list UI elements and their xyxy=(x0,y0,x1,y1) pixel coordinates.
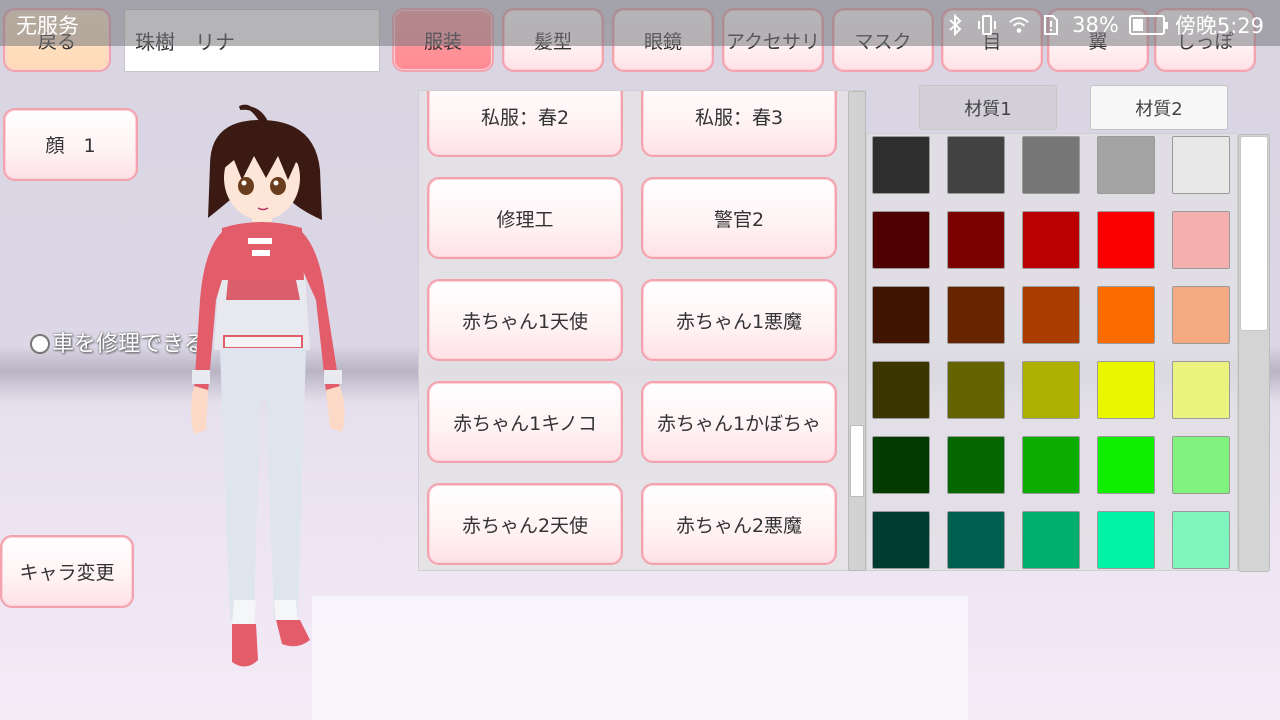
color-swatch[interactable] xyxy=(1022,361,1080,419)
outfit-item[interactable]: 赤ちゃん2悪魔 xyxy=(641,483,837,565)
color-swatch[interactable] xyxy=(1172,436,1230,494)
wifi-icon xyxy=(1008,14,1030,36)
color-swatch[interactable] xyxy=(1172,511,1230,569)
outfit-item-label: 私服：春3 xyxy=(694,106,784,129)
outfit-item-label: 赤ちゃん2天使 xyxy=(461,514,589,537)
outfit-item[interactable]: 赤ちゃん1天使 xyxy=(427,279,623,361)
color-swatch[interactable] xyxy=(1172,361,1230,419)
status-bar: 无服务 38% 傍晚5:29 xyxy=(0,0,1280,46)
material-tab-label: 材質2 xyxy=(1135,98,1183,120)
color-swatch[interactable] xyxy=(1022,511,1080,569)
color-swatch[interactable] xyxy=(1097,286,1155,344)
palette-scrollbar-thumb[interactable] xyxy=(1240,136,1268,331)
clock: 傍晚5:29 xyxy=(1174,14,1264,38)
color-swatch[interactable] xyxy=(1097,511,1155,569)
outfit-list-panel[interactable]: 私服：春2 私服：春3 修理工 警官2 赤ちゃん1天使 赤ちゃん1悪魔 赤ちゃん1キノコ 赤ち… xyxy=(418,90,866,571)
color-swatch[interactable] xyxy=(872,211,930,269)
outfit-item[interactable]: 私服：春3 xyxy=(641,91,837,157)
color-swatch[interactable] xyxy=(1022,211,1080,269)
color-swatch[interactable] xyxy=(947,511,1005,569)
outfit-item[interactable]: 赤ちゃん1かぼちゃ xyxy=(641,381,837,463)
color-swatch[interactable] xyxy=(1172,136,1230,194)
change-character-label: キャラ変更 xyxy=(19,562,115,584)
outfit-item[interactable]: 赤ちゃん2天使 xyxy=(427,483,623,565)
color-swatch[interactable] xyxy=(947,361,1005,419)
palette-scrollbar[interactable] xyxy=(1238,134,1270,572)
material-tab-label: 材質1 xyxy=(964,98,1012,120)
color-swatch[interactable] xyxy=(947,286,1005,344)
bluetooth-icon xyxy=(944,14,966,36)
status-icons: 38% 傍晚5:29 xyxy=(944,10,1264,40)
character-model xyxy=(191,104,345,667)
face-button-label: 顔 1 xyxy=(45,135,96,157)
material-tab-2[interactable]: 材質2 xyxy=(1090,85,1228,130)
outfit-item-label: 赤ちゃん1キノコ xyxy=(453,412,597,435)
color-swatch[interactable] xyxy=(1172,211,1230,269)
color-swatch[interactable] xyxy=(1022,436,1080,494)
outfit-item-label: 赤ちゃん2悪魔 xyxy=(675,514,803,537)
bullet-icon xyxy=(30,334,50,354)
color-swatch[interactable] xyxy=(1022,136,1080,194)
storage-warning-icon xyxy=(1040,14,1062,36)
outfit-scrollbar[interactable] xyxy=(848,91,866,571)
vibrate-icon xyxy=(976,14,998,36)
color-swatch[interactable] xyxy=(872,136,930,194)
carrier-text: 无服务 xyxy=(16,14,79,38)
outfit-item[interactable]: 警官2 xyxy=(641,177,837,259)
outfit-item-label: 赤ちゃん1かぼちゃ xyxy=(656,412,822,435)
color-swatch[interactable] xyxy=(1097,436,1155,494)
face-button[interactable]: 顔 1 xyxy=(3,108,138,181)
color-swatch[interactable] xyxy=(947,211,1005,269)
battery-icon xyxy=(1128,15,1168,35)
outfit-item-label: 修理工 xyxy=(496,208,554,231)
color-swatch[interactable] xyxy=(1097,136,1155,194)
change-character-button[interactable]: キャラ変更 xyxy=(0,535,134,608)
outfit-item-label: 赤ちゃん1天使 xyxy=(461,310,589,333)
outfit-item[interactable]: 修理工 xyxy=(427,177,623,259)
color-swatch[interactable] xyxy=(1172,286,1230,344)
color-palette xyxy=(866,133,1238,571)
outfit-item[interactable]: 赤ちゃん1悪魔 xyxy=(641,279,837,361)
outfit-item[interactable]: 私服：春2 xyxy=(427,91,623,157)
background-patch xyxy=(312,596,968,720)
color-swatch[interactable] xyxy=(872,286,930,344)
color-swatch[interactable] xyxy=(872,361,930,419)
color-swatch[interactable] xyxy=(872,511,930,569)
outfit-item[interactable]: 赤ちゃん1キノコ xyxy=(427,381,623,463)
outfit-scrollbar-thumb[interactable] xyxy=(850,425,864,497)
outfit-item-label: 赤ちゃん1悪魔 xyxy=(675,310,803,333)
color-swatch[interactable] xyxy=(947,436,1005,494)
color-swatch[interactable] xyxy=(1022,286,1080,344)
material-tab-1[interactable]: 材質1 xyxy=(919,85,1057,130)
color-swatch[interactable] xyxy=(947,136,1005,194)
color-swatch[interactable] xyxy=(872,436,930,494)
color-swatch[interactable] xyxy=(1097,361,1155,419)
color-swatch[interactable] xyxy=(1097,211,1155,269)
battery-percent: 38% xyxy=(1072,13,1119,37)
outfit-item-label: 私服：春2 xyxy=(480,106,570,129)
outfit-item-label: 警官2 xyxy=(713,208,765,231)
